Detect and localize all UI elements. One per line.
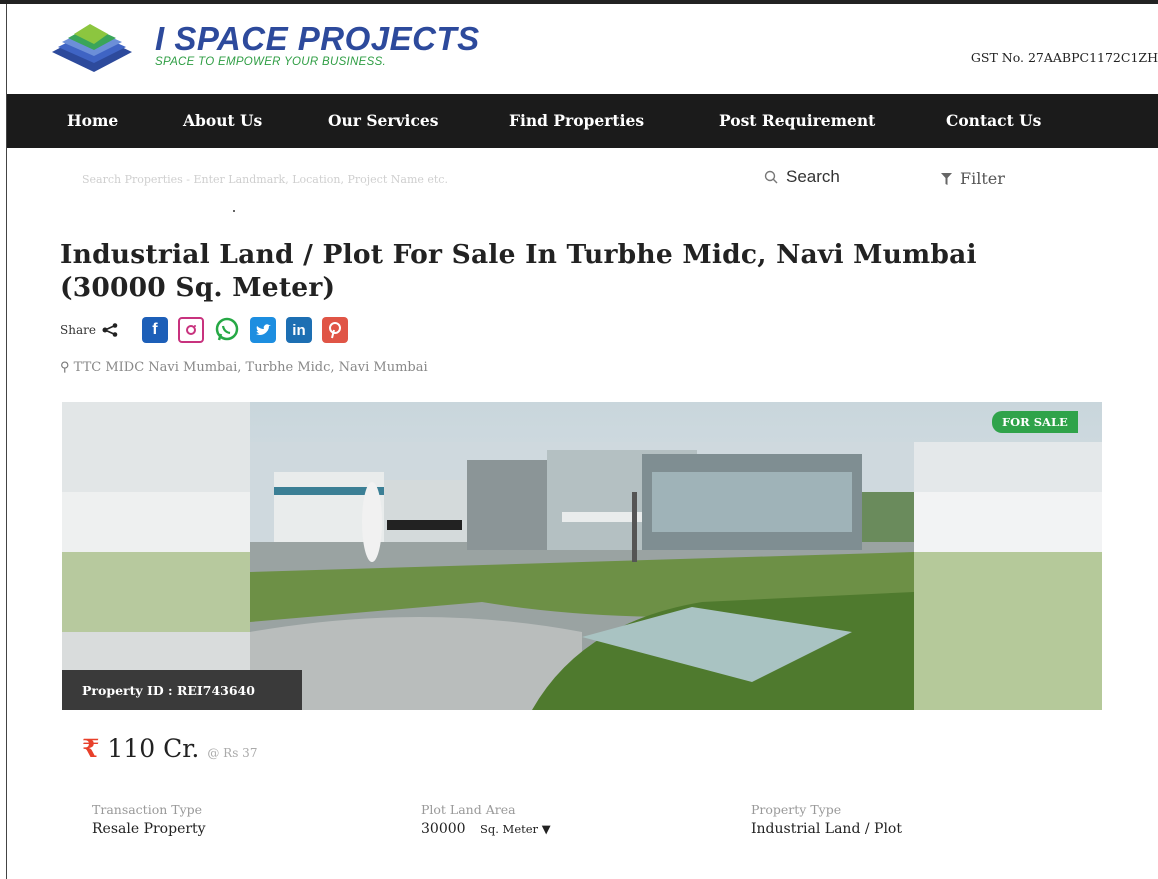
facebook-icon[interactable]: f (141, 317, 168, 343)
property-title: Industrial Land / Plot For Sale In Turbh… (60, 238, 1100, 304)
filter-button-label: Filter (960, 169, 1005, 188)
nav-post-requirement[interactable]: Post Requirement (719, 111, 875, 130)
detail-value: Resale Property (92, 821, 206, 837)
price-value: 110 Cr. (107, 734, 200, 763)
location-pin-icon: ⚲ (60, 360, 70, 375)
search-icon (764, 170, 778, 184)
filter-button[interactable]: Filter (941, 169, 1005, 188)
property-id-badge: Property ID : REI743640 (62, 670, 302, 710)
stray-mark (233, 210, 235, 212)
nav-home[interactable]: Home (67, 111, 118, 130)
location-text: TTC MIDC Navi Mumbai, Turbhe Midc, Navi … (73, 360, 428, 375)
nav-about-us[interactable]: About Us (183, 111, 262, 130)
share-icon[interactable] (102, 323, 118, 337)
share-bar: Share f in (60, 317, 348, 343)
detail-label: Transaction Type (92, 802, 203, 817)
area-unit-select[interactable]: Sq. Meter ▼ (480, 822, 551, 836)
detail-label: Property Type (751, 802, 842, 817)
detail-value-row: 30000 Sq. Meter ▼ (421, 821, 551, 837)
logo-icon[interactable] (42, 22, 142, 74)
property-photo[interactable] (62, 402, 1102, 710)
property-title-line1: Industrial Land / Plot For Sale In Turbh… (60, 239, 977, 270)
nav-find-properties[interactable]: Find Properties (509, 111, 644, 130)
brand-tagline: SPACE TO EMPOWER YOUR BUSINESS. (155, 56, 387, 68)
search-button[interactable]: Search (764, 167, 840, 187)
detail-value: Industrial Land / Plot (751, 821, 902, 837)
detail-label: Plot Land Area (421, 802, 516, 817)
property-title-line2: (30000 Sq. Meter) (60, 272, 336, 303)
property-location: ⚲ TTC MIDC Navi Mumbai, Turbhe Midc, Nav… (60, 360, 428, 375)
detail-plot-land-area: Plot Land Area 30000 Sq. Meter ▼ (421, 802, 551, 837)
gst-number: GST No. 27AABPC1172C1ZH (970, 50, 1158, 65)
pinterest-icon[interactable] (321, 317, 348, 343)
whatsapp-icon[interactable] (213, 317, 240, 343)
area-unit-label: Sq. Meter (480, 822, 539, 836)
nav-our-services[interactable]: Our Services (328, 111, 438, 130)
main-nav: Home About Us Our Services Find Properti… (7, 94, 1158, 148)
property-photo-image (62, 402, 1102, 710)
for-sale-badge: FOR SALE (992, 411, 1078, 433)
search-input[interactable] (80, 172, 614, 187)
filter-icon (941, 172, 952, 185)
site-header: I SPACE PROJECTS SPACE TO EMPOWER YOUR B… (0, 4, 1158, 94)
twitter-icon[interactable] (249, 317, 276, 343)
detail-transaction-type: Transaction Type Resale Property (92, 802, 206, 837)
nav-contact-us[interactable]: Contact Us (946, 111, 1041, 130)
instagram-icon[interactable] (177, 317, 204, 343)
property-price: ₹ 110 Cr. @ Rs 37 (82, 734, 257, 763)
linkedin-icon[interactable]: in (285, 317, 312, 343)
detail-value: 30000 (421, 821, 466, 837)
brand-title: I SPACE PROJECTS (155, 20, 480, 57)
search-button-label: Search (786, 167, 840, 186)
detail-property-type: Property Type Industrial Land / Plot (751, 802, 902, 837)
rupee-icon: ₹ (82, 734, 100, 763)
brand[interactable]: I SPACE PROJECTS SPACE TO EMPOWER YOUR B… (155, 20, 480, 69)
share-label: Share (60, 323, 96, 337)
search-bar (80, 168, 614, 190)
dropdown-arrow-icon: ▼ (541, 822, 551, 836)
price-rate: @ Rs 37 (207, 746, 258, 760)
